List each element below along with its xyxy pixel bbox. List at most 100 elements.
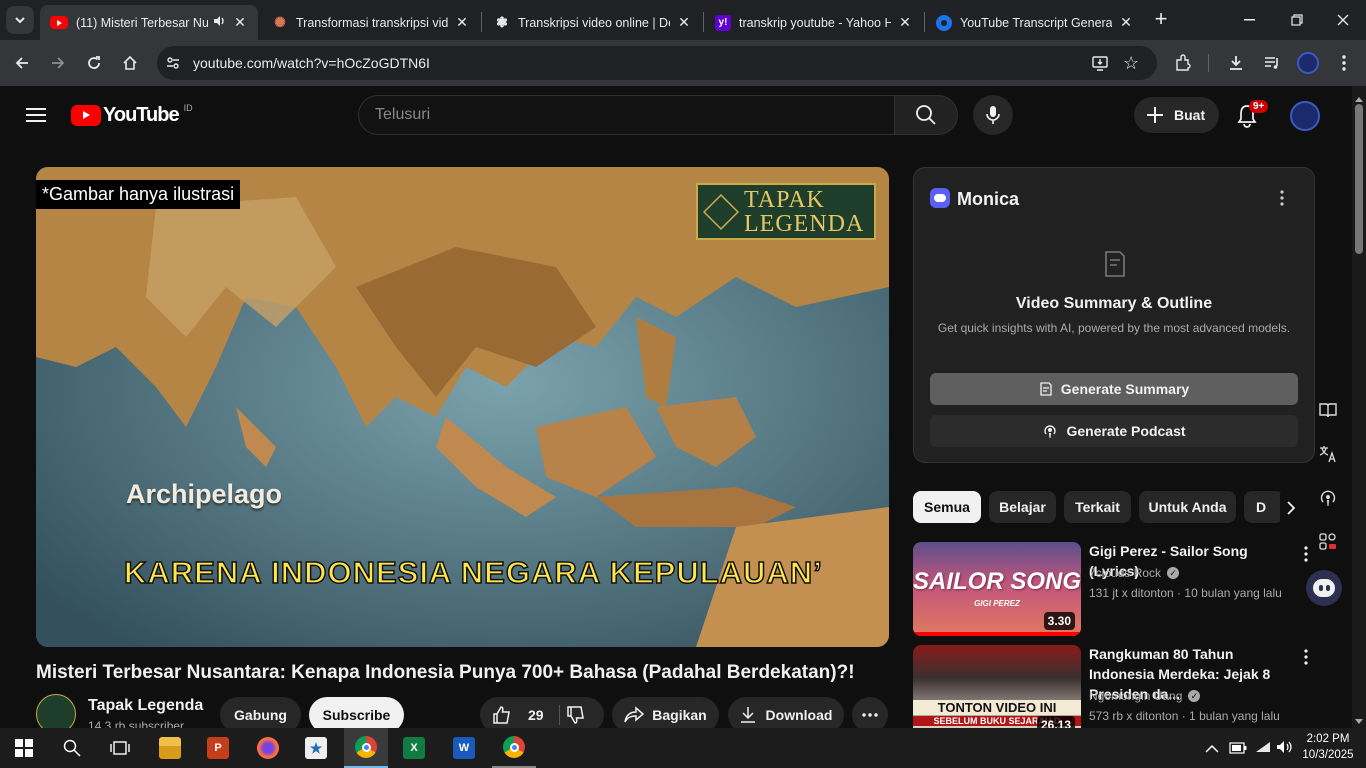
tab-transkripsi[interactable]: ❃ Transkripsi video online | Desc ✕ — [484, 5, 702, 40]
hamburger-menu-icon[interactable] — [22, 99, 50, 131]
video-duration: 3.30 — [1043, 612, 1075, 630]
tab-transcript-generator[interactable]: YouTube Transcript Generator ✕ — [926, 5, 1144, 40]
excel-icon: X — [403, 737, 425, 759]
browser-menu-icon[interactable] — [1329, 48, 1359, 78]
site-info-icon[interactable] — [165, 55, 181, 76]
bookmark-star-icon[interactable]: ☆ — [1123, 53, 1139, 74]
verified-icon: ✓ — [1167, 567, 1180, 579]
tab-title: transkrip youtube - Yahoo Hasil — [739, 15, 891, 30]
taskbar-chrome-profile[interactable] — [492, 728, 536, 768]
wifi-icon[interactable] — [1254, 740, 1272, 759]
recommendation-thumbnail[interactable]: TONTON VIDEO INI SEBELUM BUKU SEJARAH D … — [913, 645, 1081, 728]
generate-summary-button[interactable]: Generate Summary — [930, 373, 1298, 405]
recommendation-menu-icon[interactable] — [1304, 546, 1308, 567]
start-button[interactable] — [2, 728, 46, 768]
monica-assistant-icon[interactable] — [1306, 570, 1342, 606]
show-hidden-icons[interactable] — [1205, 741, 1219, 759]
taskbar-excel[interactable]: X — [392, 728, 436, 768]
channel-brand-watermark: TAPAK LEGENDA — [696, 183, 876, 240]
taskbar-search-button[interactable] — [50, 728, 94, 768]
media-control-icon[interactable] — [1257, 48, 1287, 78]
like-button[interactable]: 29 — [492, 705, 544, 725]
account-avatar[interactable] — [1290, 101, 1320, 131]
tab-title: YouTube Transcript Generator — [960, 15, 1112, 30]
channel-name: Ngomongin Uang — [1089, 689, 1183, 703]
chip-untuk-anda[interactable]: Untuk Anda — [1139, 491, 1236, 523]
address-bar[interactable]: youtube.com/watch?v=hOcZoGDTN6I ☆ — [157, 46, 1157, 80]
taskbar-firefox[interactable] — [246, 728, 290, 768]
thumbs-down-icon — [567, 706, 584, 724]
scroll-up-arrow-icon[interactable] — [1354, 90, 1364, 102]
search-input[interactable]: Telusuri — [358, 95, 895, 135]
download-icon[interactable] — [1221, 48, 1251, 78]
recommendation-channel[interactable]: 7clouds Rock ✓ — [1089, 566, 1180, 580]
clock[interactable]: 2:02 PM 10/3/2025 — [1298, 731, 1358, 763]
speaker-icon[interactable] — [212, 14, 226, 31]
share-label: Bagikan — [652, 707, 707, 723]
clock-date: 10/3/2025 — [1302, 749, 1354, 761]
new-tab-button[interactable]: + — [1150, 8, 1172, 30]
chrome-icon — [503, 736, 525, 758]
battery-icon[interactable] — [1229, 741, 1247, 759]
dislike-button[interactable] — [566, 705, 586, 728]
chip-semua[interactable]: Semua — [913, 491, 981, 523]
monica-title: Monica — [957, 189, 1020, 209]
monica-heading: Video Summary & Outline — [1015, 295, 1213, 312]
close-tab-icon[interactable]: ✕ — [897, 14, 913, 31]
install-app-icon[interactable] — [1091, 54, 1109, 77]
chip-belajar[interactable]: Belajar — [989, 491, 1056, 523]
thumbs-up-icon — [493, 706, 510, 724]
volume-icon[interactable] — [1276, 740, 1294, 759]
monica-translate-icon[interactable] — [1312, 438, 1344, 470]
tab-title: (11) Misteri Terbesar Nusantara — [76, 15, 208, 30]
scroll-down-arrow-icon[interactable] — [1354, 713, 1364, 724]
monica-podcast-icon[interactable] — [1312, 482, 1344, 514]
voice-search-button[interactable] — [973, 95, 1013, 135]
taskbar-powerpoint[interactable]: P — [196, 728, 240, 768]
restore-button[interactable] — [1282, 8, 1312, 32]
monica-menu-icon[interactable] — [1280, 190, 1284, 211]
tab-separator — [481, 12, 482, 32]
brand-line-2: LEGENDA — [744, 210, 865, 237]
close-tab-icon[interactable]: ✕ — [1118, 14, 1134, 31]
task-view-button[interactable] — [98, 728, 142, 768]
profile-avatar[interactable] — [1293, 48, 1323, 78]
chip-terkait[interactable]: Terkait — [1064, 491, 1131, 523]
tab-transformasi[interactable]: ✺ Transformasi transkripsi video ✕ — [262, 5, 480, 40]
recommendation-thumbnail[interactable]: SAILOR SONG GIGI PEREZ 3.30 — [913, 542, 1081, 636]
minimize-button[interactable] — [1235, 8, 1265, 32]
youtube-logo[interactable]: YouTube ID — [71, 103, 193, 127]
monica-reader-icon[interactable] — [1312, 394, 1344, 426]
close-window-button[interactable] — [1328, 8, 1358, 32]
close-tab-icon[interactable]: ✕ — [232, 14, 248, 31]
taskbar-file-explorer[interactable] — [148, 728, 192, 768]
home-button[interactable] — [115, 48, 145, 78]
video-player[interactable]: *Gambar hanya ilustrasi TAPAK LEGENDA Ar… — [36, 167, 889, 647]
channel-name[interactable]: Tapak Legenda — [88, 697, 203, 715]
create-button[interactable]: Buat — [1134, 97, 1219, 133]
recommendation-channel[interactable]: Ngomongin Uang ✓ — [1089, 689, 1201, 703]
chips-next-icon[interactable] — [1280, 493, 1302, 523]
close-tab-icon[interactable]: ✕ — [454, 14, 470, 31]
extensions-icon[interactable] — [1168, 48, 1198, 78]
chip-more[interactable]: D — [1244, 491, 1284, 523]
taskbar-chrome-active[interactable] — [344, 728, 388, 768]
generate-podcast-button[interactable]: Generate Podcast — [930, 415, 1298, 447]
back-button[interactable] — [7, 48, 37, 78]
reload-button[interactable] — [79, 48, 109, 78]
search-button[interactable] — [894, 95, 958, 135]
tab-yahoo[interactable]: y! transkrip youtube - Yahoo Hasil ✕ — [705, 5, 923, 40]
monica-apps-icon[interactable] — [1312, 526, 1344, 558]
recommendation-menu-icon[interactable] — [1304, 649, 1308, 670]
tab-search-button[interactable] — [6, 6, 34, 34]
firefox-icon — [257, 737, 279, 759]
search-placeholder: Telusuri — [375, 106, 431, 123]
forward-button[interactable] — [43, 48, 73, 78]
tab-youtube[interactable]: (11) Misteri Terbesar Nusantara ✕ — [40, 5, 258, 40]
taskbar-app-star[interactable]: ★ — [294, 728, 338, 768]
close-tab-icon[interactable]: ✕ — [676, 14, 692, 31]
taskbar-word[interactable]: W — [442, 728, 486, 768]
notifications-button[interactable]: 9+ — [1233, 100, 1269, 130]
monica-description: Get quick insights with AI, powered by t… — [937, 321, 1291, 335]
scrollbar-thumb[interactable] — [1355, 104, 1363, 254]
